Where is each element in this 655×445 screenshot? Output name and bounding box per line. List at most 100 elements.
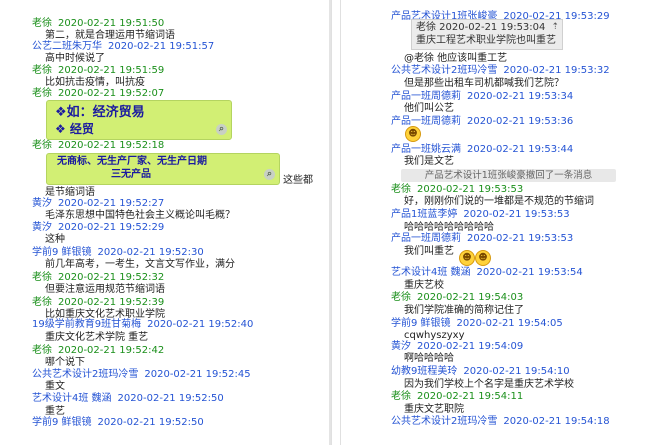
message-header: 幼教9班程美玲 2020-02-21 19:54:10 — [391, 365, 570, 378]
sender-name[interactable]: 幼教9班程美玲 — [391, 366, 457, 377]
quoted-message[interactable]: 老徐 2020-02-21 19:53:04 重庆工程艺术职业学院也叫重艺 ⇡ — [411, 19, 563, 50]
sender-name[interactable]: 黄汐 — [32, 222, 52, 233]
message-text: 但要注意运用规范节缩词语 — [45, 284, 165, 295]
slide-line-2: 三无产品 — [111, 169, 151, 180]
sender-name[interactable]: 老徐 — [32, 297, 52, 308]
message-timestamp: 2020-02-21 19:53:34 — [467, 91, 574, 102]
message-text: 这种 — [45, 234, 65, 245]
slide-line-1: ❖如：经济贸易 — [55, 105, 145, 120]
message-header: 学前9 鲜银镜 2020-02-21 19:52:50 — [32, 416, 204, 429]
image-slide-economic-trade[interactable]: ❖如：经济贸易 ❖ 经贸 ⌕ — [46, 100, 232, 140]
message-timestamp: 2020-02-21 19:54:10 — [463, 366, 570, 377]
sender-name[interactable]: 老徐 — [391, 391, 411, 402]
sender-name[interactable]: 产品一班周德莉 — [391, 91, 461, 102]
message-timestamp: 2020-02-21 19:54:05 — [456, 318, 563, 329]
message-timestamp: 2020-02-21 19:53:53 — [463, 209, 570, 220]
message-text: 好，刚刚你们说的一堆都是不规范的节缩词 — [404, 196, 594, 207]
quote-jump-icon[interactable]: ⇡ — [551, 21, 559, 34]
message-header: 产品一班周德莉 2020-02-21 19:53:36 — [391, 115, 573, 128]
message-header: 19级学前教育9班甘菊梅 2020-02-21 19:52:40 — [32, 318, 253, 331]
sender-name[interactable]: 公共艺术设计2班玛冷雪 — [391, 416, 497, 427]
sender-name[interactable]: 老徐 — [32, 88, 52, 99]
message-timestamp: 2020-02-21 19:54:09 — [417, 341, 524, 352]
message-timestamp: 2020-02-21 19:51:57 — [108, 41, 215, 52]
sender-name[interactable]: 产品一班周德莉 — [391, 116, 461, 127]
message-text: 这些都 — [283, 175, 313, 186]
message-timestamp: 2020-02-21 19:51:50 — [58, 18, 165, 29]
sender-name[interactable]: 艺术设计4班 魏涵 — [32, 393, 112, 404]
message-header: 老徐 2020-02-21 19:52:18 — [32, 139, 164, 152]
sender-name[interactable]: 艺术设计4班 魏涵 — [391, 267, 471, 278]
sender-name[interactable]: 老徐 — [32, 140, 52, 151]
sender-name[interactable]: 老徐 — [32, 65, 52, 76]
message-timestamp: 2020-02-21 19:52:07 — [58, 88, 165, 99]
message-timestamp: 2020-02-21 19:54:03 — [417, 292, 524, 303]
sender-name[interactable]: 老徐 — [32, 18, 52, 29]
message-timestamp: 2020-02-21 19:52:39 — [58, 297, 165, 308]
sender-name[interactable]: 产品1班蓝李婷 — [391, 209, 457, 220]
message-timestamp: 2020-02-21 19:52:18 — [58, 140, 165, 151]
magnify-icon[interactable]: ⌕ — [216, 124, 227, 135]
message-header: 产品一班周德莉 2020-02-21 19:53:53 — [391, 232, 573, 245]
message-timestamp: 2020-02-21 19:53:53 — [467, 233, 574, 244]
message-timestamp: 2020-02-21 19:52:40 — [147, 319, 254, 330]
message-text: 他们叫公艺 — [404, 103, 454, 114]
magnify-icon[interactable]: ⌕ — [264, 169, 275, 180]
smiley-emoji-icon: ☻ — [475, 250, 491, 266]
smiley-emoji-icon: ☻ — [405, 126, 421, 142]
message-text: 前几年高考，一考生，文言文写作业，满分 — [45, 259, 235, 270]
sender-name[interactable]: 老徐 — [32, 345, 52, 356]
sender-name[interactable]: 老徐 — [391, 292, 411, 303]
message-header: 艺术设计4班 魏涵 2020-02-21 19:53:54 — [391, 266, 583, 279]
sender-name[interactable]: 学前9 鲜银镜 — [32, 417, 92, 428]
chat-log-left: 老徐 2020-02-21 19:51:50 第二，就是合理运用节缩词语 公艺二班朱万… — [0, 0, 332, 445]
message-timestamp: 2020-02-21 19:52:45 — [144, 369, 251, 380]
sender-name[interactable]: 学前9 鲜银镜 — [32, 247, 92, 258]
message-text: 但是那些出租车司机都喊我们艺院？ — [404, 78, 564, 89]
sender-name[interactable]: 公艺二班朱万华 — [32, 41, 102, 52]
sender-name[interactable]: 公共艺术设计2班玛冷雪 — [391, 65, 497, 76]
message-header: 产品1班蓝李婷 2020-02-21 19:53:53 — [391, 208, 570, 221]
message-header: 公共艺术设计2班玛冷雪 2020-02-21 19:53:32 — [391, 64, 610, 77]
sender-name[interactable]: 老徐 — [391, 184, 411, 195]
quote-header: 老徐 2020-02-21 19:53:04 — [416, 22, 546, 33]
message-timestamp: 2020-02-21 19:52:27 — [58, 198, 165, 209]
sender-name[interactable]: 学前9 鲜银镜 — [391, 318, 451, 329]
message-header: 艺术设计4班 魏涵 2020-02-21 19:52:50 — [32, 392, 224, 405]
message-header: 老徐 2020-02-21 19:52:07 — [32, 87, 164, 100]
sender-name[interactable]: 黄汐 — [32, 198, 52, 209]
message-timestamp: 2020-02-21 19:52:42 — [58, 345, 165, 356]
message-text: 重庆文化艺术学院 重艺 — [45, 332, 149, 343]
message-text: 我们是文艺 — [404, 156, 454, 167]
quote-body: 重庆工程艺术职业学院也叫重艺 — [416, 35, 556, 46]
message-timestamp: 2020-02-21 19:52:50 — [117, 393, 224, 404]
message-timestamp: 2020-02-21 19:54:18 — [503, 416, 610, 427]
sender-name[interactable]: 产品一班周德莉 — [391, 233, 461, 244]
system-notice-recall: 产品艺术设计1班张峻豪撤回了一条消息 — [401, 169, 616, 182]
message-timestamp: 2020-02-21 19:53:44 — [467, 144, 574, 155]
sender-name[interactable]: 老徐 — [32, 272, 52, 283]
message-header: 公共艺术设计2班玛冷雪 2020-02-21 19:54:18 — [391, 415, 610, 428]
message-timestamp: 2020-02-21 19:53:53 — [417, 184, 524, 195]
sender-name[interactable]: 19级学前教育9班甘菊梅 — [32, 319, 141, 330]
message-timestamp: 2020-02-21 19:53:32 — [503, 65, 610, 76]
message-timestamp: 2020-02-21 19:52:32 — [58, 272, 165, 283]
message-timestamp: 2020-02-21 19:54:11 — [417, 391, 524, 402]
message-timestamp: 2020-02-21 19:53:36 — [467, 116, 574, 127]
chat-log-right: 产品艺术设计1班张峻豪 2020-02-21 19:53:29 @老徐 他应该叫重工… — [340, 0, 655, 445]
message-timestamp: 2020-02-21 19:53:54 — [476, 267, 583, 278]
message-timestamp: 2020-02-21 19:52:29 — [58, 222, 165, 233]
message-text: 我们学院准确的简称记住了 — [404, 305, 524, 316]
slide-line-1: 无商标、无生产厂家、无生产日期 — [57, 156, 207, 167]
sender-name[interactable]: 产品一班姚云满 — [391, 144, 461, 155]
smiley-emoji-icon: ☻ — [459, 250, 475, 266]
left-scrollbar[interactable] — [329, 0, 331, 445]
message-header: 老徐 2020-02-21 19:54:11 — [391, 390, 523, 403]
message-text: 啊哈哈哈哈 — [404, 353, 454, 364]
image-slide-three-no-products[interactable]: 无商标、无生产厂家、无生产日期 三无产品 ⌕ — [46, 153, 280, 185]
sender-name[interactable]: 公共艺术设计2班玛冷雪 — [32, 369, 138, 380]
message-timestamp: 2020-02-21 19:52:50 — [97, 417, 204, 428]
message-text: 我们叫重艺 — [404, 246, 454, 257]
sender-name[interactable]: 黄汐 — [391, 341, 411, 352]
slide-line-2: ❖ 经贸 — [55, 122, 94, 136]
